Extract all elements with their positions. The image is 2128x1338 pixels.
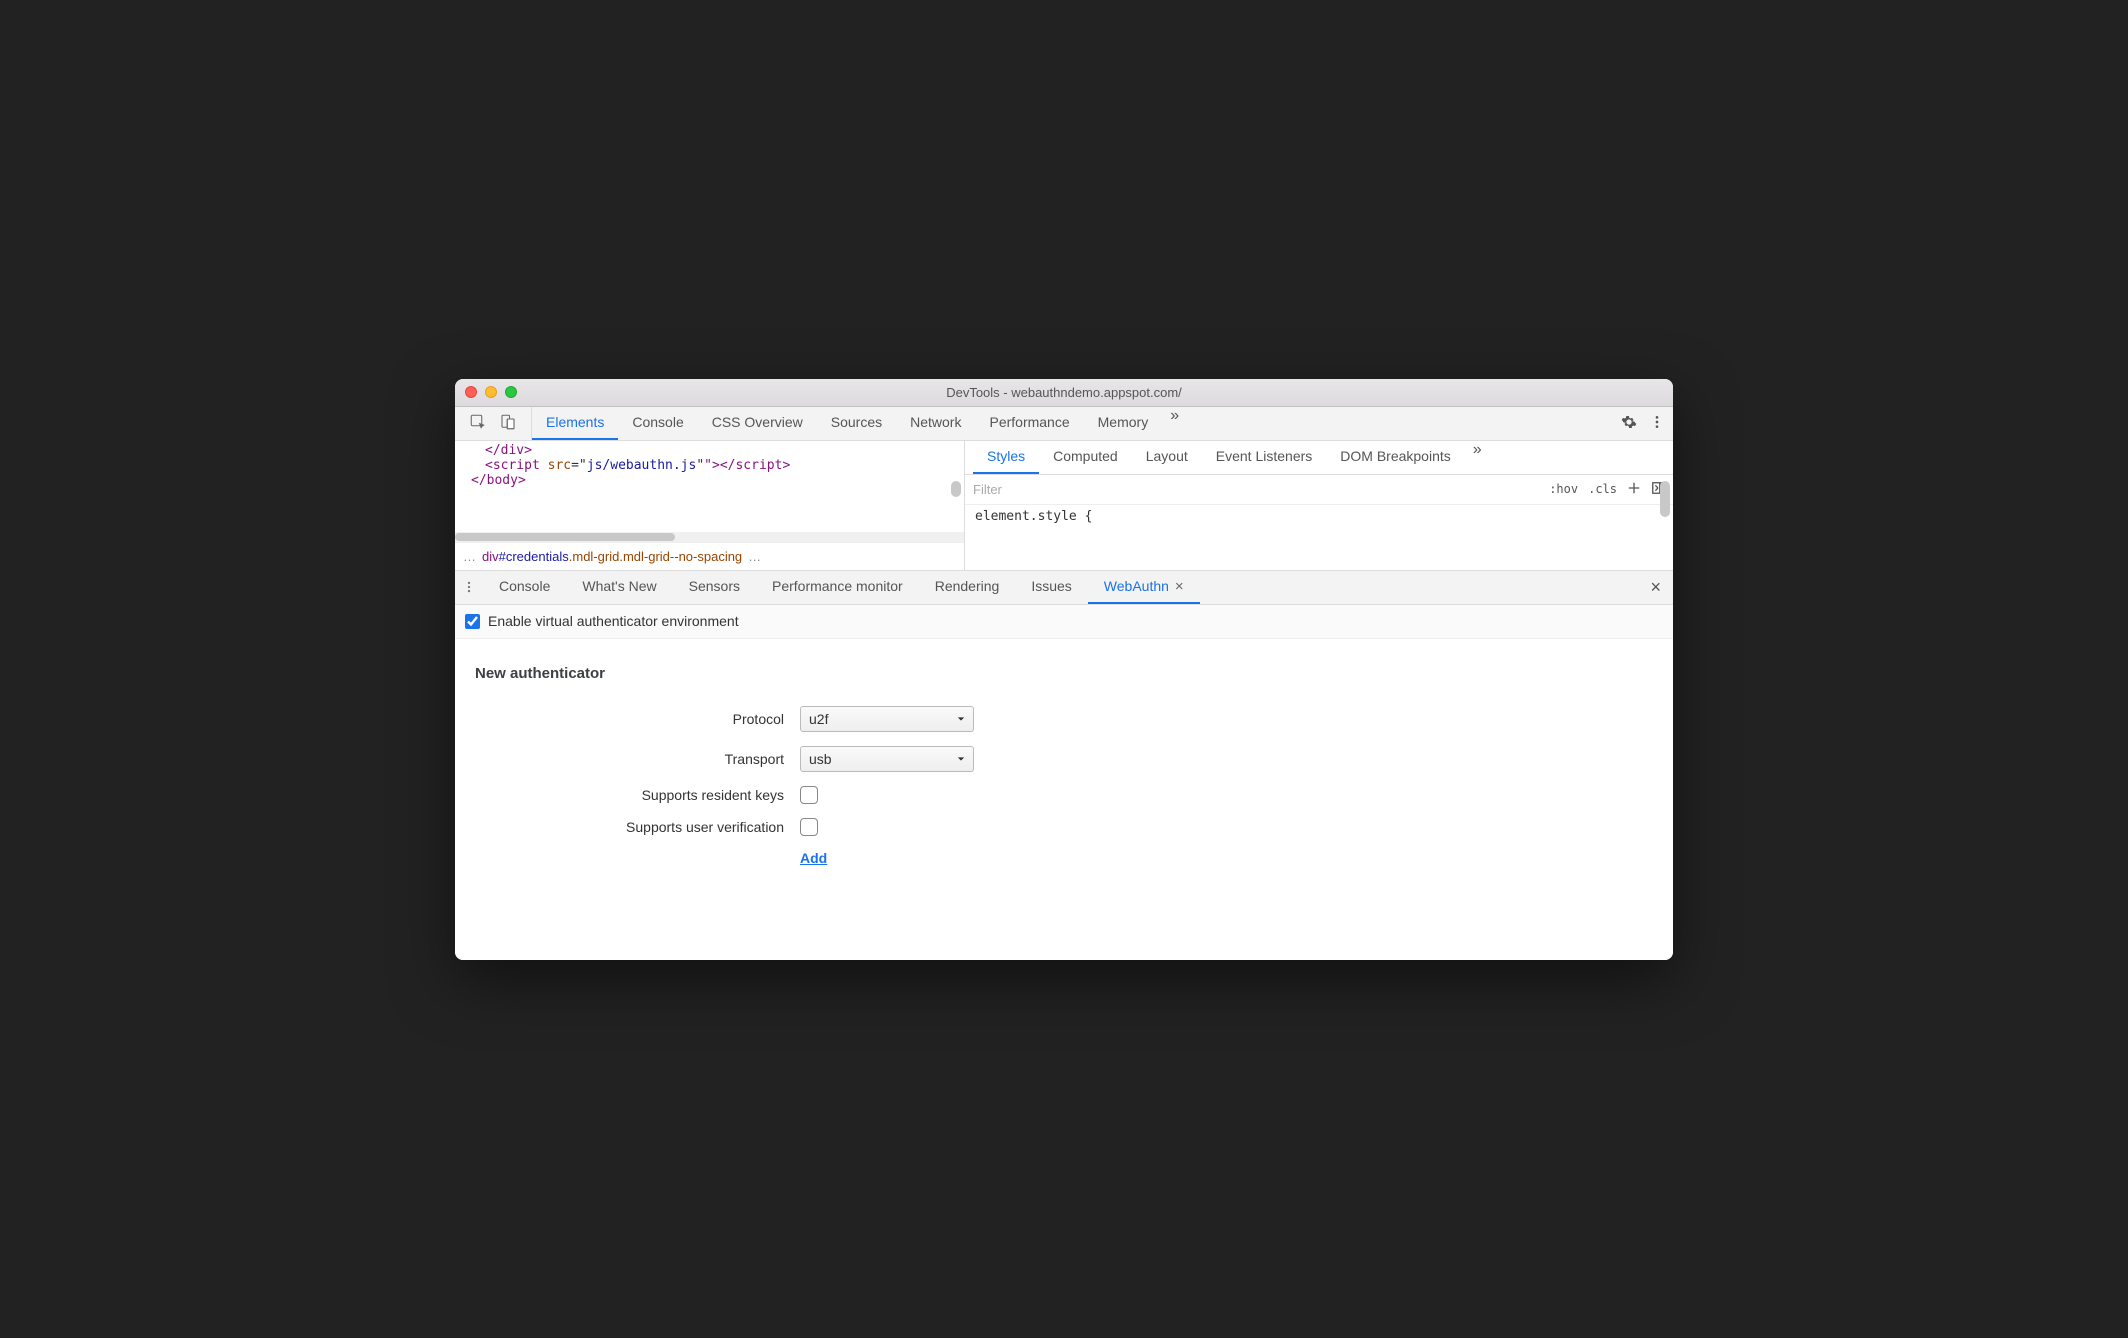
tab-sources[interactable]: Sources: [817, 407, 896, 440]
drawer-tab-sensors[interactable]: Sensors: [673, 571, 756, 604]
device-toggle-icon[interactable]: [493, 413, 523, 434]
add-button[interactable]: Add: [800, 850, 827, 866]
new-style-rule-icon[interactable]: [1627, 481, 1641, 498]
drawer-tabs: Console What's New Sensors Performance m…: [455, 571, 1673, 605]
transport-label: Transport: [475, 751, 800, 767]
subtab-computed[interactable]: Computed: [1039, 441, 1132, 474]
protocol-value: u2f: [809, 711, 828, 727]
tab-console[interactable]: Console: [618, 407, 697, 440]
drawer-tab-perf-monitor[interactable]: Performance monitor: [756, 571, 919, 604]
close-window-button[interactable]: [465, 386, 477, 398]
tab-network[interactable]: Network: [896, 407, 975, 440]
vertical-scrollbar[interactable]: [1660, 481, 1670, 541]
transport-value: usb: [809, 751, 832, 767]
breadcrumb-prefix: …: [463, 549, 476, 564]
devtools-window: DevTools - webauthndemo.appspot.com/ Ele…: [455, 379, 1673, 960]
resident-keys-checkbox[interactable]: [800, 786, 818, 804]
titlebar[interactable]: DevTools - webauthndemo.appspot.com/: [455, 379, 1673, 407]
resident-keys-label: Supports resident keys: [475, 787, 800, 803]
breadcrumb[interactable]: … div#credentials.mdl-grid.mdl-grid--no-…: [455, 542, 964, 570]
sub-tabs: Styles Computed Layout Event Listeners D…: [965, 441, 1673, 475]
filter-input[interactable]: [973, 482, 1539, 497]
code-text: </div>: [485, 443, 532, 458]
settings-icon[interactable]: [1621, 414, 1637, 433]
subtab-dom-breakpoints[interactable]: DOM Breakpoints: [1326, 441, 1464, 474]
drawer-tab-whatsnew[interactable]: What's New: [566, 571, 672, 604]
tab-memory[interactable]: Memory: [1084, 407, 1163, 440]
subtab-layout[interactable]: Layout: [1132, 441, 1202, 474]
horizontal-scrollbar[interactable]: [455, 532, 964, 542]
enable-bar: Enable virtual authenticator environment: [455, 605, 1673, 639]
window-title: DevTools - webauthndemo.appspot.com/: [455, 385, 1673, 400]
protocol-select[interactable]: u2f: [800, 706, 974, 732]
traffic-lights: [465, 386, 517, 398]
main-tabs: Elements Console CSS Overview Sources Ne…: [532, 407, 1613, 440]
webauthn-panel: New authenticator Protocol u2f Transport…: [455, 639, 1673, 960]
close-drawer-icon[interactable]: ×: [1638, 571, 1673, 604]
drawer-tab-webauthn[interactable]: WebAuthn ×: [1088, 571, 1200, 604]
close-tab-icon[interactable]: ×: [1175, 578, 1184, 595]
drawer-menu-icon[interactable]: [455, 571, 483, 604]
styles-filter-row: :hov .cls: [965, 475, 1673, 505]
middle-panes: </div> <script src="js/webauthn.js""></s…: [455, 441, 1673, 571]
subtab-styles[interactable]: Styles: [973, 441, 1039, 474]
drawer-tab-rendering[interactable]: Rendering: [919, 571, 1016, 604]
breadcrumb-suffix: …: [748, 549, 761, 564]
transport-select[interactable]: usb: [800, 746, 974, 772]
style-rule[interactable]: element.style {: [965, 505, 1673, 528]
more-tabs-icon[interactable]: »: [1162, 407, 1187, 440]
drawer-tab-console[interactable]: Console: [483, 571, 566, 604]
minimize-window-button[interactable]: [485, 386, 497, 398]
user-verification-label: Supports user verification: [475, 819, 800, 835]
chevron-down-icon: [957, 755, 965, 763]
inspect-icon[interactable]: [463, 413, 493, 434]
tab-elements[interactable]: Elements: [532, 407, 618, 440]
more-options-icon[interactable]: [1649, 414, 1665, 433]
protocol-label: Protocol: [475, 711, 800, 727]
main-toolbar: Elements Console CSS Overview Sources Ne…: [455, 407, 1673, 441]
cls-toggle[interactable]: .cls: [1588, 482, 1617, 496]
drawer-tab-label: WebAuthn: [1104, 578, 1169, 594]
maximize-window-button[interactable]: [505, 386, 517, 398]
subtab-event-listeners[interactable]: Event Listeners: [1202, 441, 1327, 474]
tab-css-overview[interactable]: CSS Overview: [698, 407, 817, 440]
more-subtabs-icon[interactable]: »: [1465, 441, 1490, 474]
vertical-scrollbar[interactable]: [951, 481, 961, 526]
styles-pane: Styles Computed Layout Event Listeners D…: [965, 441, 1673, 570]
enable-virtual-auth-checkbox[interactable]: [465, 614, 480, 629]
elements-pane: </div> <script src="js/webauthn.js""></s…: [455, 441, 965, 570]
tab-performance[interactable]: Performance: [975, 407, 1083, 440]
enable-virtual-auth-label: Enable virtual authenticator environment: [488, 613, 739, 629]
section-title: New authenticator: [475, 665, 1653, 682]
chevron-down-icon: [957, 715, 965, 723]
dom-tree[interactable]: </div> <script src="js/webauthn.js""></s…: [455, 441, 964, 532]
drawer-tab-issues[interactable]: Issues: [1015, 571, 1087, 604]
user-verification-checkbox[interactable]: [800, 818, 818, 836]
hov-toggle[interactable]: :hov: [1549, 482, 1578, 496]
